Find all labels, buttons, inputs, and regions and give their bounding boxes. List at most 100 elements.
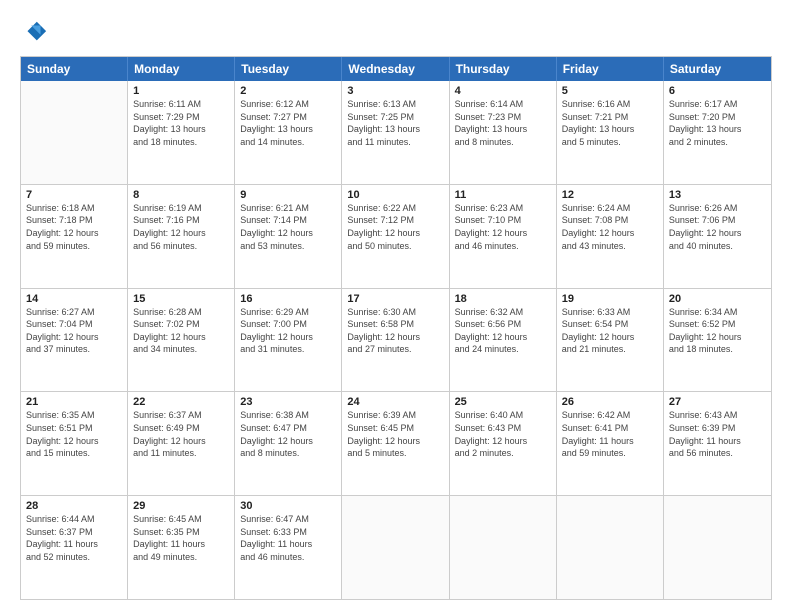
calendar-cell: 25Sunrise: 6:40 AM Sunset: 6:43 PM Dayli… [450,392,557,495]
day-number: 25 [455,396,551,408]
calendar-cell: 27Sunrise: 6:43 AM Sunset: 6:39 PM Dayli… [664,392,771,495]
logo [20,18,52,46]
day-info: Sunrise: 6:22 AM Sunset: 7:12 PM Dayligh… [347,202,443,252]
calendar-cell: 14Sunrise: 6:27 AM Sunset: 7:04 PM Dayli… [21,289,128,392]
calendar-row: 7Sunrise: 6:18 AM Sunset: 7:18 PM Daylig… [21,185,771,289]
day-number: 17 [347,293,443,305]
calendar-row: 1Sunrise: 6:11 AM Sunset: 7:29 PM Daylig… [21,81,771,185]
calendar-row: 28Sunrise: 6:44 AM Sunset: 6:37 PM Dayli… [21,496,771,599]
day-number: 23 [240,396,336,408]
day-number: 16 [240,293,336,305]
day-number: 5 [562,85,658,97]
day-info: Sunrise: 6:32 AM Sunset: 6:56 PM Dayligh… [455,306,551,356]
weekday-header: Friday [557,57,664,81]
day-number: 2 [240,85,336,97]
day-info: Sunrise: 6:47 AM Sunset: 6:33 PM Dayligh… [240,513,336,563]
day-info: Sunrise: 6:29 AM Sunset: 7:00 PM Dayligh… [240,306,336,356]
day-info: Sunrise: 6:19 AM Sunset: 7:16 PM Dayligh… [133,202,229,252]
calendar: SundayMondayTuesdayWednesdayThursdayFrid… [20,56,772,600]
day-info: Sunrise: 6:39 AM Sunset: 6:45 PM Dayligh… [347,409,443,459]
day-info: Sunrise: 6:43 AM Sunset: 6:39 PM Dayligh… [669,409,766,459]
day-number: 22 [133,396,229,408]
top-section [20,18,772,46]
calendar-header: SundayMondayTuesdayWednesdayThursdayFrid… [21,57,771,81]
day-number: 8 [133,189,229,201]
calendar-cell: 5Sunrise: 6:16 AM Sunset: 7:21 PM Daylig… [557,81,664,184]
calendar-cell: 16Sunrise: 6:29 AM Sunset: 7:00 PM Dayli… [235,289,342,392]
day-info: Sunrise: 6:13 AM Sunset: 7:25 PM Dayligh… [347,98,443,148]
day-info: Sunrise: 6:27 AM Sunset: 7:04 PM Dayligh… [26,306,122,356]
day-number: 14 [26,293,122,305]
day-number: 6 [669,85,766,97]
calendar-cell: 21Sunrise: 6:35 AM Sunset: 6:51 PM Dayli… [21,392,128,495]
day-info: Sunrise: 6:30 AM Sunset: 6:58 PM Dayligh… [347,306,443,356]
calendar-cell: 15Sunrise: 6:28 AM Sunset: 7:02 PM Dayli… [128,289,235,392]
calendar-cell: 13Sunrise: 6:26 AM Sunset: 7:06 PM Dayli… [664,185,771,288]
calendar-cell: 3Sunrise: 6:13 AM Sunset: 7:25 PM Daylig… [342,81,449,184]
calendar-row: 14Sunrise: 6:27 AM Sunset: 7:04 PM Dayli… [21,289,771,393]
day-number: 19 [562,293,658,305]
calendar-cell: 20Sunrise: 6:34 AM Sunset: 6:52 PM Dayli… [664,289,771,392]
logo-icon [20,18,48,46]
day-number: 21 [26,396,122,408]
day-info: Sunrise: 6:28 AM Sunset: 7:02 PM Dayligh… [133,306,229,356]
calendar-cell [664,496,771,599]
day-number: 3 [347,85,443,97]
day-number: 15 [133,293,229,305]
day-info: Sunrise: 6:11 AM Sunset: 7:29 PM Dayligh… [133,98,229,148]
weekday-header: Monday [128,57,235,81]
calendar-cell: 11Sunrise: 6:23 AM Sunset: 7:10 PM Dayli… [450,185,557,288]
calendar-row: 21Sunrise: 6:35 AM Sunset: 6:51 PM Dayli… [21,392,771,496]
calendar-cell: 22Sunrise: 6:37 AM Sunset: 6:49 PM Dayli… [128,392,235,495]
calendar-cell [21,81,128,184]
day-number: 10 [347,189,443,201]
calendar-cell: 29Sunrise: 6:45 AM Sunset: 6:35 PM Dayli… [128,496,235,599]
day-number: 27 [669,396,766,408]
day-number: 12 [562,189,658,201]
day-info: Sunrise: 6:35 AM Sunset: 6:51 PM Dayligh… [26,409,122,459]
calendar-cell: 9Sunrise: 6:21 AM Sunset: 7:14 PM Daylig… [235,185,342,288]
calendar-cell: 18Sunrise: 6:32 AM Sunset: 6:56 PM Dayli… [450,289,557,392]
day-info: Sunrise: 6:34 AM Sunset: 6:52 PM Dayligh… [669,306,766,356]
calendar-cell: 17Sunrise: 6:30 AM Sunset: 6:58 PM Dayli… [342,289,449,392]
day-info: Sunrise: 6:38 AM Sunset: 6:47 PM Dayligh… [240,409,336,459]
calendar-cell: 26Sunrise: 6:42 AM Sunset: 6:41 PM Dayli… [557,392,664,495]
calendar-cell: 24Sunrise: 6:39 AM Sunset: 6:45 PM Dayli… [342,392,449,495]
day-number: 18 [455,293,551,305]
page: SundayMondayTuesdayWednesdayThursdayFrid… [0,0,792,612]
calendar-cell: 10Sunrise: 6:22 AM Sunset: 7:12 PM Dayli… [342,185,449,288]
calendar-cell: 2Sunrise: 6:12 AM Sunset: 7:27 PM Daylig… [235,81,342,184]
calendar-cell [450,496,557,599]
day-info: Sunrise: 6:21 AM Sunset: 7:14 PM Dayligh… [240,202,336,252]
calendar-cell [342,496,449,599]
calendar-cell: 8Sunrise: 6:19 AM Sunset: 7:16 PM Daylig… [128,185,235,288]
day-number: 28 [26,500,122,512]
day-info: Sunrise: 6:12 AM Sunset: 7:27 PM Dayligh… [240,98,336,148]
weekday-header: Thursday [450,57,557,81]
calendar-body: 1Sunrise: 6:11 AM Sunset: 7:29 PM Daylig… [21,81,771,599]
day-info: Sunrise: 6:17 AM Sunset: 7:20 PM Dayligh… [669,98,766,148]
day-number: 26 [562,396,658,408]
weekday-header: Tuesday [235,57,342,81]
day-info: Sunrise: 6:45 AM Sunset: 6:35 PM Dayligh… [133,513,229,563]
day-number: 4 [455,85,551,97]
calendar-cell: 28Sunrise: 6:44 AM Sunset: 6:37 PM Dayli… [21,496,128,599]
day-number: 20 [669,293,766,305]
day-number: 11 [455,189,551,201]
day-number: 7 [26,189,122,201]
calendar-cell: 23Sunrise: 6:38 AM Sunset: 6:47 PM Dayli… [235,392,342,495]
weekday-header: Sunday [21,57,128,81]
calendar-cell: 30Sunrise: 6:47 AM Sunset: 6:33 PM Dayli… [235,496,342,599]
day-info: Sunrise: 6:24 AM Sunset: 7:08 PM Dayligh… [562,202,658,252]
day-number: 13 [669,189,766,201]
weekday-header: Wednesday [342,57,449,81]
day-info: Sunrise: 6:42 AM Sunset: 6:41 PM Dayligh… [562,409,658,459]
day-number: 9 [240,189,336,201]
day-info: Sunrise: 6:14 AM Sunset: 7:23 PM Dayligh… [455,98,551,148]
day-info: Sunrise: 6:37 AM Sunset: 6:49 PM Dayligh… [133,409,229,459]
calendar-cell: 1Sunrise: 6:11 AM Sunset: 7:29 PM Daylig… [128,81,235,184]
weekday-header: Saturday [664,57,771,81]
day-number: 24 [347,396,443,408]
calendar-cell [557,496,664,599]
day-info: Sunrise: 6:18 AM Sunset: 7:18 PM Dayligh… [26,202,122,252]
